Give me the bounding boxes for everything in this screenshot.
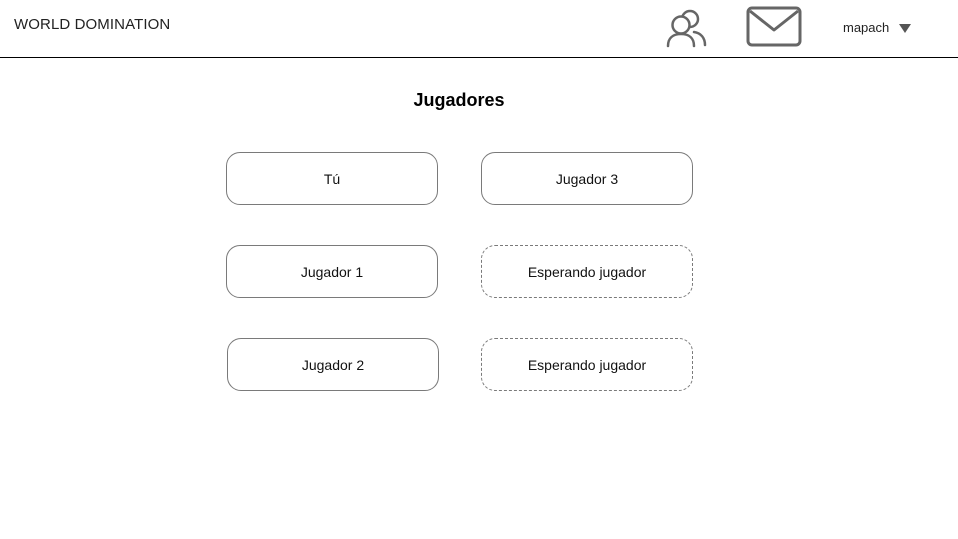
player-slot-3[interactable]: Jugador 3 <box>481 152 693 205</box>
user-menu[interactable]: mapach <box>843 17 912 37</box>
player-slot-you[interactable]: Tú <box>226 152 438 205</box>
username-label: mapach <box>843 19 890 35</box>
caret-down-icon <box>899 24 912 33</box>
friends-icon[interactable] <box>664 6 708 48</box>
page-title: Jugadores <box>413 90 505 110</box>
waiting-slot[interactable]: Esperando jugador <box>481 338 693 391</box>
waiting-slot[interactable]: Esperando jugador <box>481 245 693 298</box>
player-slot-1[interactable]: Jugador 1 <box>226 245 438 298</box>
top-bar: WORLD DOMINATION mapach <box>0 0 958 58</box>
mail-icon[interactable] <box>746 6 802 47</box>
app-title[interactable]: WORLD DOMINATION <box>14 16 170 33</box>
player-slot-2[interactable]: Jugador 2 <box>227 338 439 391</box>
